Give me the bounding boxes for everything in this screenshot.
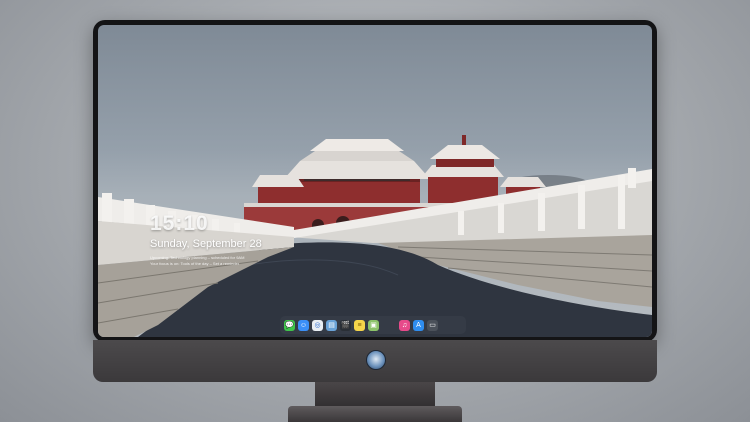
screen-icon[interactable]: ▭ [427, 319, 438, 331]
clapper-icon[interactable]: 🎬 [340, 319, 351, 331]
music-icon[interactable]: ♫ [399, 319, 410, 331]
brand-logo-icon [366, 350, 386, 370]
lock-screen-note: Your focus is on: Tools of the day – Set… [150, 261, 240, 266]
photos-icon[interactable]: ▣ [368, 319, 379, 331]
monitor-stand-base [288, 406, 462, 422]
lock-screen-time: 15:10 [150, 212, 209, 235]
messages-icon[interactable]: 💬 [284, 319, 295, 331]
lock-screen-date: Sunday, September 28 [150, 238, 262, 250]
lock-screen-note: Upcoming: Technology planning – schedule… [150, 255, 245, 260]
preview-icon[interactable]: ▤ [326, 319, 337, 331]
dock: 💬 ☺ ◎ ▤ 🎬 ≡ ▣ ♫ A ▭ [280, 316, 466, 334]
app-store-icon[interactable]: A [413, 319, 424, 331]
wallpaper-forbidden-city [98, 135, 652, 337]
finder-icon[interactable]: ☺ [298, 319, 309, 331]
safari-icon[interactable]: ◎ [312, 319, 323, 331]
notes-icon[interactable]: ≡ [354, 319, 365, 331]
desktop-screen: 15:10 Sunday, September 28 Upcoming: Tec… [98, 25, 652, 337]
